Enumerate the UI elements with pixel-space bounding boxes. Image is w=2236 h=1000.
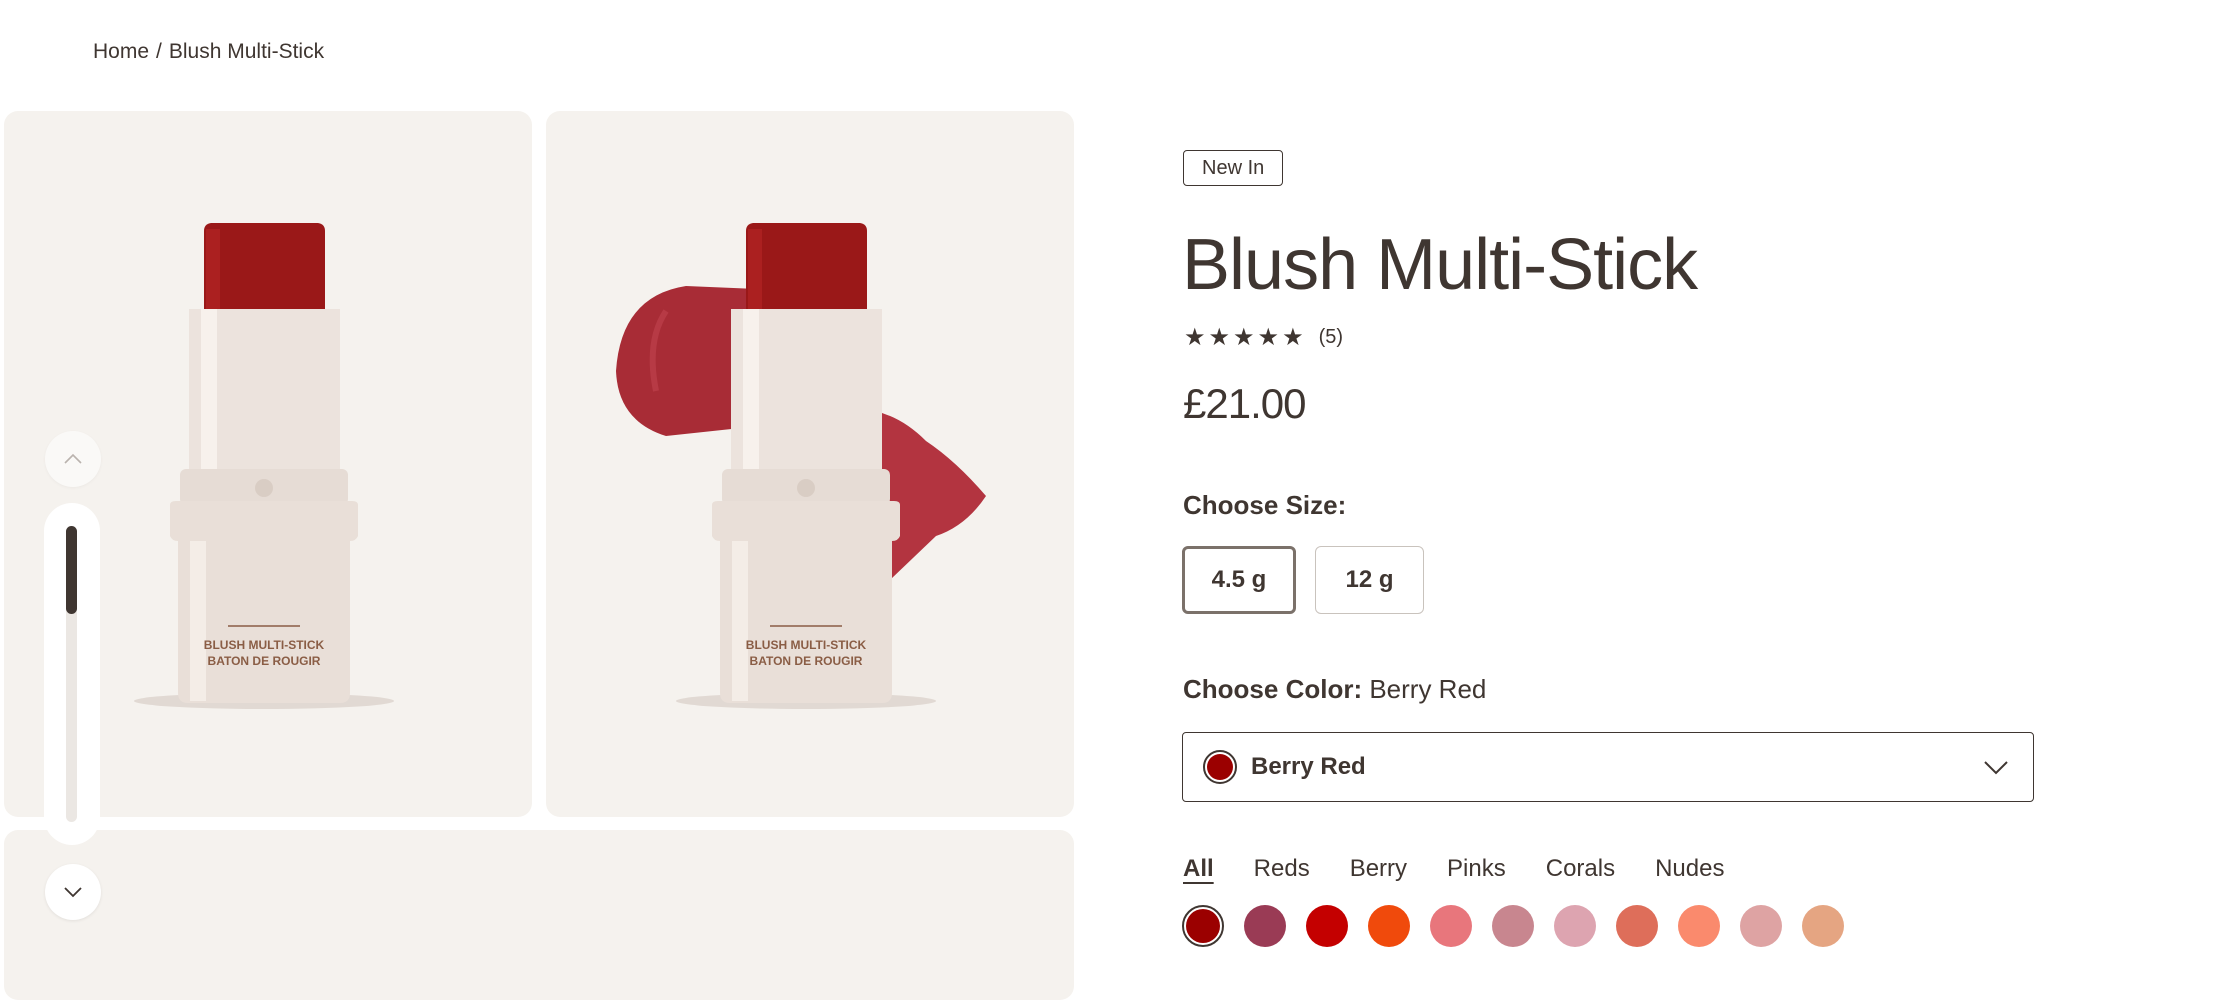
color-swatch-fill — [1554, 905, 1596, 947]
color-swatch[interactable] — [1616, 905, 1658, 947]
chevron-up-icon — [64, 453, 82, 464]
filter-berry[interactable]: Berry — [1350, 855, 1407, 883]
color-filter-tabs: All Reds Berry Pinks Corals Nudes — [1183, 855, 1724, 883]
breadcrumb-separator: / — [156, 40, 162, 63]
color-swatch-fill — [1430, 905, 1472, 947]
color-swatch[interactable] — [1430, 905, 1472, 947]
size-label: Choose Size: — [1183, 490, 1347, 520]
color-label-text: Choose Color: — [1183, 674, 1363, 704]
color-swatch[interactable] — [1740, 905, 1782, 947]
gallery-scroll-down-button[interactable] — [45, 864, 101, 920]
color-swatch[interactable] — [1368, 905, 1410, 947]
filter-reds[interactable]: Reds — [1254, 855, 1310, 883]
chevron-down-icon — [1984, 761, 2008, 775]
color-swatch-fill — [1616, 905, 1658, 947]
size-option-12g[interactable]: 12 g — [1315, 546, 1424, 614]
color-swatch-fill — [1492, 905, 1534, 947]
color-swatch-fill — [1244, 905, 1286, 947]
color-swatch-fill — [1368, 905, 1410, 947]
tube-text-line1: BLUSH MULTI-STICK — [204, 638, 325, 652]
scrollbar-thumb[interactable] — [66, 526, 77, 614]
filter-corals[interactable]: Corals — [1546, 855, 1615, 883]
color-swatch-fill — [1678, 905, 1720, 947]
color-swatch[interactable] — [1554, 905, 1596, 947]
filter-pinks[interactable]: Pinks — [1447, 855, 1506, 883]
color-swatch[interactable] — [1802, 905, 1844, 947]
selected-color-swatch — [1203, 750, 1237, 784]
selected-color-dot — [1207, 754, 1233, 780]
color-label: Choose Color: Berry Red — [1183, 674, 1486, 705]
product-title: Blush Multi-Stick — [1182, 225, 1698, 305]
size-option-4-5g[interactable]: 4.5 g — [1182, 546, 1296, 614]
tube-text-line1: BLUSH MULTI-STICK — [746, 638, 867, 652]
lipstick-swatch-image: BLUSH MULTI-STICK BATON DE ROUGIR — [616, 223, 986, 709]
color-swatch[interactable] — [1306, 905, 1348, 947]
new-in-badge: New In — [1183, 150, 1284, 186]
filter-nudes[interactable]: Nudes — [1655, 855, 1724, 883]
product-image-2[interactable]: BLUSH MULTI-STICK BATON DE ROUGIR — [546, 111, 1074, 817]
filter-all[interactable]: All — [1183, 855, 1214, 883]
selected-color-name: Berry Red — [1369, 674, 1487, 704]
star-rating-icon: ★★★★★ — [1184, 324, 1307, 351]
color-swatch-fill — [1740, 905, 1782, 947]
color-select-value: Berry Red — [1251, 753, 1366, 780]
color-swatch-fill — [1306, 905, 1348, 947]
color-swatch-fill — [1186, 909, 1220, 943]
color-swatch-list — [1182, 905, 1844, 947]
review-count[interactable]: (5) — [1319, 326, 1343, 349]
tube-text-line2: BATON DE ROUGIR — [750, 654, 863, 668]
product-price: £21.00 — [1183, 380, 1306, 427]
breadcrumb: Home / Blush Multi-Stick — [93, 40, 324, 64]
breadcrumb-current: Blush Multi-Stick — [168, 40, 325, 63]
color-swatch[interactable] — [1244, 905, 1286, 947]
color-swatch[interactable] — [1182, 905, 1224, 947]
product-rating[interactable]: ★★★★★ (5) — [1184, 323, 1343, 352]
breadcrumb-home-link[interactable]: Home — [93, 40, 149, 63]
gallery-scroll-up-button[interactable] — [45, 431, 101, 487]
product-image-3[interactable] — [4, 830, 1074, 1000]
color-swatch-fill — [1802, 905, 1844, 947]
color-swatch[interactable] — [1678, 905, 1720, 947]
gallery-scrollbar[interactable] — [44, 503, 100, 845]
tube-text-line2: BATON DE ROUGIR — [208, 654, 321, 668]
color-select-dropdown[interactable]: Berry Red — [1182, 732, 2034, 802]
chevron-down-icon — [64, 887, 82, 898]
color-swatch[interactable] — [1492, 905, 1534, 947]
